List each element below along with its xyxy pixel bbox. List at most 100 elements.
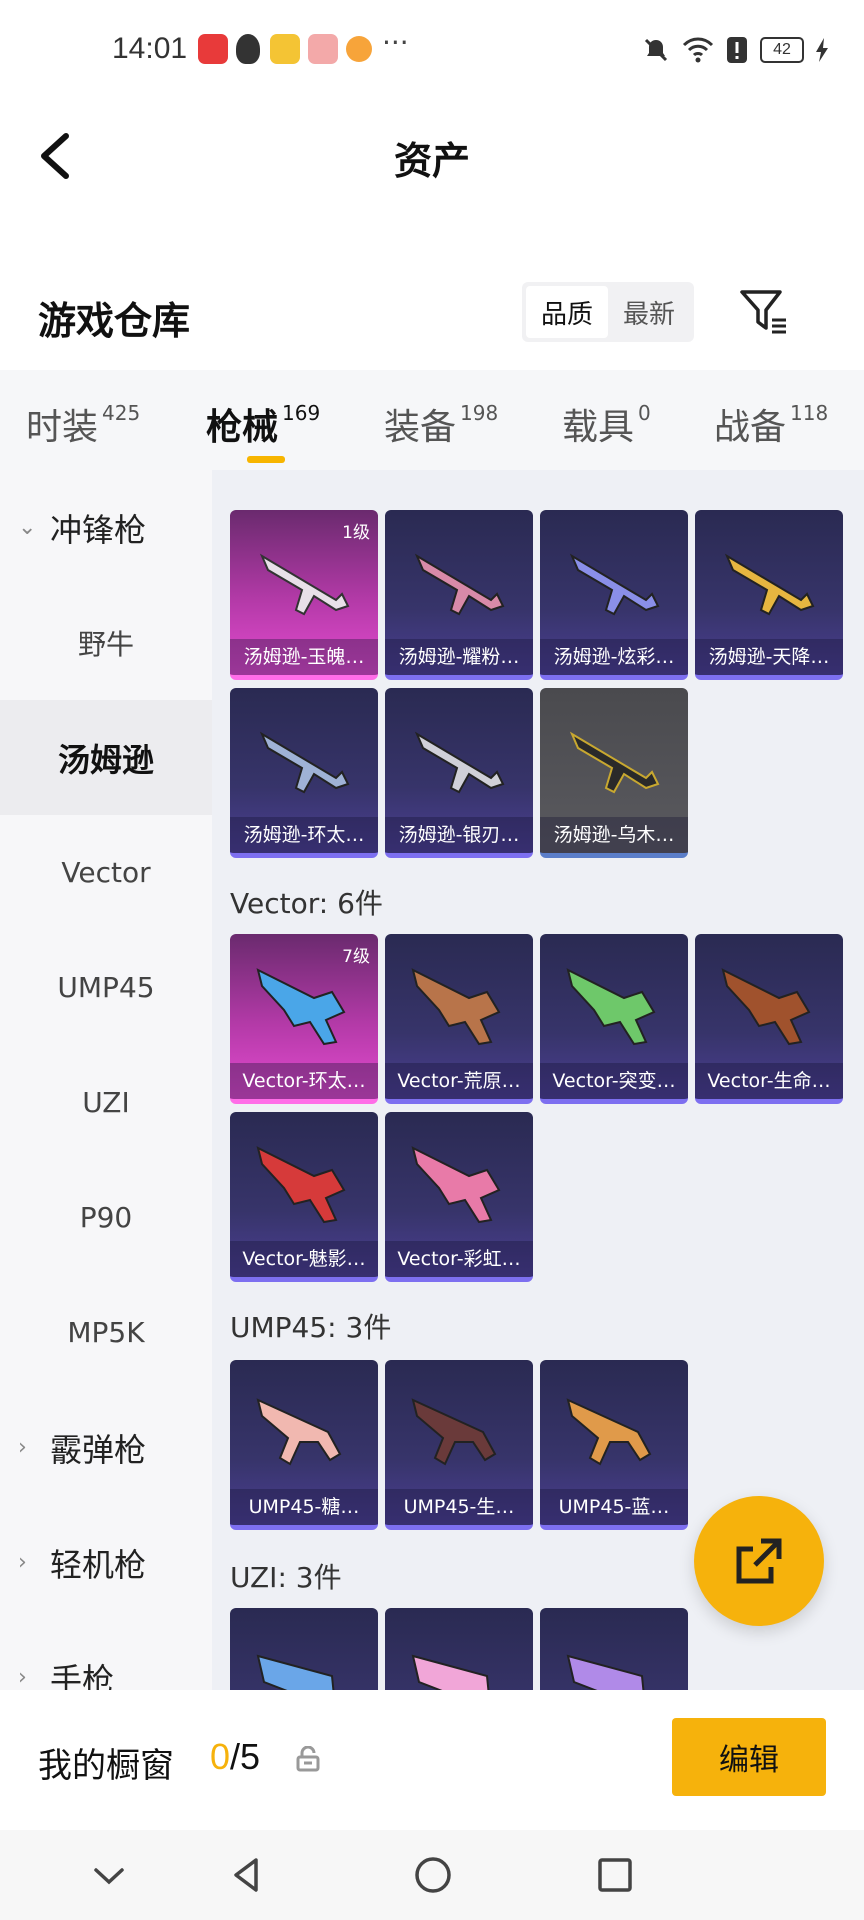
app-header: 资产	[0, 100, 864, 210]
weapon-name: UMP45-蓝…	[540, 1489, 688, 1525]
alert-icon	[727, 37, 747, 63]
cat-app-icon	[346, 36, 372, 62]
weapon-name: Vector-环太…	[230, 1063, 378, 1099]
sidebar-item-bison[interactable]: 野牛	[0, 585, 212, 700]
more-notifications-icon: ···	[382, 26, 409, 59]
weapon-card[interactable]: Vector-荒原…	[385, 934, 533, 1104]
weapon-card[interactable]: 7级 Vector-环太…	[230, 934, 378, 1104]
sidebar-item-shotgun[interactable]: › 霰弹枪	[0, 1390, 212, 1505]
recents-square-icon[interactable]	[590, 1850, 640, 1900]
weapon-name: 汤姆逊-玉魄…	[230, 639, 378, 675]
weapon-card[interactable]: 汤姆逊-环太…	[230, 688, 378, 858]
sidebar-item-label: 霰弹枪	[50, 1430, 147, 1469]
weapon-card[interactable]: UMP45-生…	[385, 1360, 533, 1530]
sidebar-item-uzi[interactable]: UZI	[0, 1045, 212, 1160]
sidebar-item-label: UMP45	[57, 971, 155, 1004]
weapon-card[interactable]: Vector-魅影…	[230, 1112, 378, 1282]
sidebar-item-label: 手枪	[50, 1660, 115, 1691]
sort-latest-button[interactable]: 最新	[608, 286, 690, 338]
battery-icon: 42	[760, 37, 804, 63]
sidebar-item-thompson[interactable]: 汤姆逊	[0, 700, 212, 815]
chevron-right-icon: ›	[18, 1550, 27, 1575]
tab-equipment[interactable]: 装备 198	[384, 398, 498, 450]
sidebar-item-ump45[interactable]: UMP45	[0, 930, 212, 1045]
tab-count: 118	[790, 401, 829, 425]
chevron-right-icon: ›	[18, 1665, 27, 1690]
weapon-card[interactable]: 汤姆逊-炫彩…	[540, 510, 688, 680]
sort-quality-button[interactable]: 品质	[526, 286, 608, 338]
weapon-card[interactable]: 汤姆逊-乌木…	[540, 688, 688, 858]
sidebar-item-lmg[interactable]: › 轻机枪	[0, 1505, 212, 1620]
sidebar-item-label: UZI	[82, 1086, 130, 1119]
tab-count: 198	[460, 401, 499, 425]
weapon-card[interactable]: 1级 汤姆逊-玉魄…	[230, 510, 378, 680]
store-app-icon	[308, 34, 338, 64]
thompson-gun-icon	[569, 731, 660, 794]
charging-icon	[816, 38, 828, 62]
lock-icon	[296, 1746, 320, 1772]
sidebar-item-pistol[interactable]: › 手枪	[0, 1620, 212, 1691]
wifi-icon	[682, 37, 714, 63]
vector-gun-icon	[256, 968, 346, 1046]
edit-button[interactable]: 编辑	[672, 1718, 826, 1796]
uzi-gun-icon	[411, 1654, 490, 1690]
status-indicators: 42	[642, 36, 828, 64]
weapon-card[interactable]: Vector-生命…	[695, 934, 843, 1104]
uzi-gun-icon	[256, 1654, 335, 1690]
tab-guns[interactable]: 枪械 169	[206, 398, 320, 450]
tab-supplies[interactable]: 战备 118	[714, 398, 828, 450]
weapon-name: Vector-魅影…	[230, 1241, 378, 1277]
category-tabs: 时装 425 枪械 169 装备 198 载具 0 战备 118	[0, 370, 864, 470]
weapon-card[interactable]: 汤姆逊-天降…	[695, 510, 843, 680]
tab-vehicles[interactable]: 载具 0	[562, 398, 651, 450]
vector-gun-icon	[411, 1146, 501, 1224]
thompson-gun-icon	[414, 553, 505, 616]
weapon-card[interactable]: UMP45-蓝…	[540, 1360, 688, 1530]
tab-count: 0	[638, 401, 651, 425]
weapon-name: Vector-突变…	[540, 1063, 688, 1099]
share-icon	[736, 1538, 782, 1584]
system-nav-bar	[0, 1830, 864, 1920]
weapon-name: UMP45-生…	[385, 1489, 533, 1525]
huawei-app-icon	[198, 34, 228, 64]
vector-gun-icon	[721, 968, 811, 1046]
back-triangle-icon[interactable]	[222, 1850, 272, 1900]
status-time: 14:01	[112, 32, 188, 65]
weapon-card[interactable]	[385, 1608, 533, 1690]
sidebar-item-label: 轻机枪	[50, 1545, 147, 1584]
sidebar-item-mp5k[interactable]: MP5K	[0, 1275, 212, 1390]
home-circle-icon[interactable]	[408, 1850, 458, 1900]
sidebar-item-smg[interactable]: ⌄ 冲锋枪	[0, 470, 212, 585]
sidebar-item-label: P90	[79, 1201, 133, 1234]
warehouse-title: 游戏仓库	[38, 299, 191, 343]
vector-gun-icon	[566, 968, 656, 1046]
weapon-card[interactable]	[230, 1608, 378, 1690]
active-tab-indicator	[247, 456, 285, 463]
weapon-card[interactable]: 汤姆逊-耀粉…	[385, 510, 533, 680]
weapon-card[interactable]: UMP45-糖…	[230, 1360, 378, 1530]
tab-label: 时装	[26, 407, 99, 448]
weapon-card[interactable]	[540, 1608, 688, 1690]
weapon-card[interactable]: Vector-突变…	[540, 934, 688, 1104]
showcase-bar: 我的橱窗 0/5 编辑	[0, 1690, 864, 1830]
thompson-gun-icon	[569, 553, 660, 616]
chevron-down-icon[interactable]	[84, 1850, 134, 1900]
showcase-current: 0	[210, 1736, 231, 1777]
weapon-name: 汤姆逊-天降…	[695, 639, 843, 675]
tab-label: 载具	[562, 407, 635, 448]
tab-label: 枪械	[206, 407, 279, 448]
showcase-total: /5	[230, 1736, 261, 1777]
filter-icon[interactable]	[738, 286, 790, 338]
weapon-name: 汤姆逊-炫彩…	[540, 639, 688, 675]
uzi-gun-icon	[566, 1654, 645, 1690]
weapon-name: 汤姆逊-环太…	[230, 817, 378, 853]
share-fab-button[interactable]	[694, 1496, 824, 1626]
chevron-right-icon: ›	[18, 1435, 27, 1460]
sidebar-item-p90[interactable]: P90	[0, 1160, 212, 1275]
sidebar-item-vector[interactable]: Vector	[0, 815, 212, 930]
tab-fashion[interactable]: 时装 425	[26, 398, 140, 450]
sort-toggle: 品质 最新	[522, 282, 694, 342]
weapon-card[interactable]: 汤姆逊-银刃…	[385, 688, 533, 858]
sidebar-item-label: MP5K	[67, 1316, 145, 1349]
weapon-card[interactable]: Vector-彩虹…	[385, 1112, 533, 1282]
